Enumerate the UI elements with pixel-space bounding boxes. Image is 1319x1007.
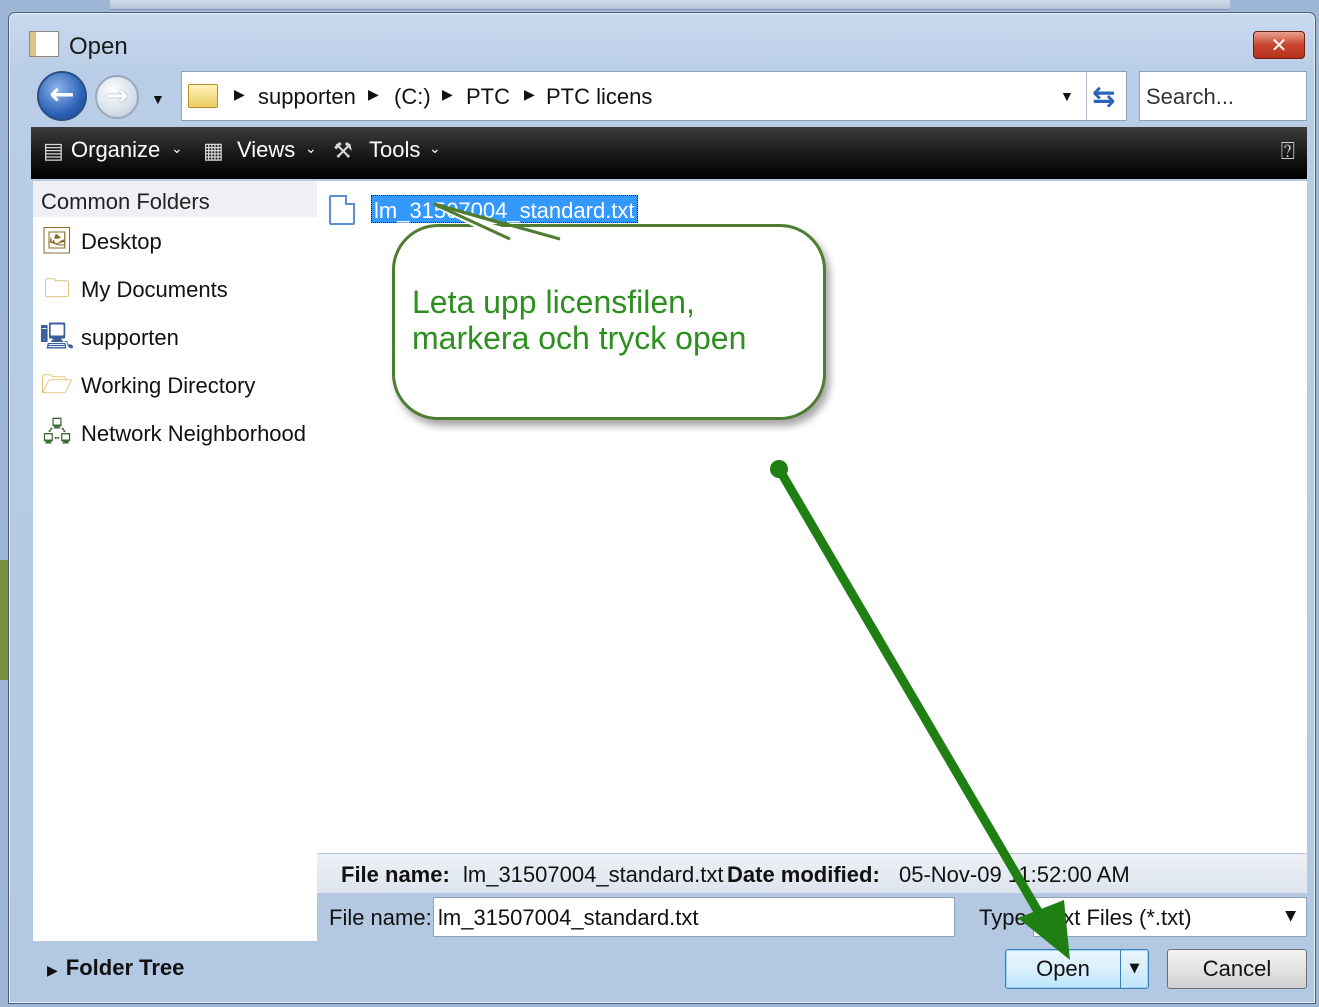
back-button[interactable]: ← [37,71,87,121]
address-bar[interactable]: ▶ supporten ▶ (C:) ▶ PTC ▶ PTC licens ▼ … [181,71,1127,121]
forward-arrow-icon: → [106,81,128,111]
breadcrumb-item[interactable]: PTC licens [546,84,652,110]
computer-icon: 🖳 [39,322,75,352]
chevron-down-icon[interactable]: ⌄ [429,141,441,157]
common-folders-header: Common Folders [33,181,317,217]
views-button[interactable]: Views [237,137,295,163]
views-icon: ▦ [203,139,224,164]
breadcrumb-separator-icon[interactable]: ▶ [234,86,245,103]
address-dropdown-icon[interactable]: ▼ [1060,88,1074,104]
sidebar-item-label: Working Directory [81,373,256,398]
window-icon [29,31,59,57]
tools-icon: ⚒ [333,139,353,164]
file-type-value: Text Files (*.txt) [1040,905,1192,930]
folder-icon [188,84,218,108]
history-dropdown[interactable]: ▼ [151,91,165,107]
sidebar-item-supporten[interactable]: 🖳 supporten [33,317,317,357]
breadcrumb-item[interactable]: PTC [466,84,510,110]
file-info-bar: File name: lm_31507004_standard.txt Date… [317,853,1307,893]
folder-tree-label: Folder Tree [65,955,185,980]
sidebar-item-label: Network Neighborhood [81,421,307,446]
address-divider [1086,72,1087,120]
network-icon: 🖧 [42,418,72,448]
toolbar: ▤ Organize ⌄ ▦ Views ⌄ ⚒ Tools ⌄ ⍰ [31,127,1307,179]
help-icon[interactable]: ⍰ [1281,137,1295,165]
open-dialog: Open ✕ ← → ▼ ▶ supporten ▶ (C:) ▶ PTC ▶ … [8,12,1316,1004]
annotation-text: Leta upp licensfilen, markera och tryck … [412,284,747,356]
open-button[interactable]: Open ▼ [1005,949,1149,989]
organize-icon: ▤ [43,139,64,164]
back-arrow-icon: ← [49,77,75,112]
file-name-selected[interactable]: lm_31507004_standard.txt [371,195,638,223]
chevron-down-icon[interactable]: ⌄ [171,141,183,157]
info-file-name-label: File name: [341,862,450,887]
open-button-label: Open [1036,956,1090,981]
tools-button[interactable]: Tools [369,137,420,163]
expand-arrow-icon: ▶ [47,963,58,979]
folder-tree-toggle[interactable]: ▶ Folder Tree [47,955,184,981]
breadcrumb-item[interactable]: (C:) [394,84,431,110]
info-file-name-value: lm_31507004_standard.txt [463,862,724,887]
forward-button[interactable]: → [95,75,139,119]
working-directory-icon: 🗁 [40,370,74,400]
search-input[interactable]: Search... [1139,71,1307,121]
text-file-icon[interactable] [329,195,355,225]
sidebar-item-label: supporten [81,325,179,350]
organize-button[interactable]: Organize [71,137,160,163]
info-date-label: Date modified: [727,862,880,887]
breadcrumb-item[interactable]: supporten [258,84,356,110]
sidebar-item-label: Desktop [81,229,162,254]
file-name-input[interactable]: lm_31507004_standard.txt [433,897,955,937]
open-dropdown-icon[interactable]: ▼ [1120,950,1148,988]
breadcrumb-separator-icon[interactable]: ▶ [368,86,379,103]
chevron-down-icon[interactable]: ⌄ [305,141,317,157]
info-date-value: 05-Nov-09 11:52:00 AM [899,862,1130,887]
sidebar-item-label: My Documents [81,277,228,302]
background-window-strip [110,0,1230,10]
desktop-icon: 🖼 [40,226,74,256]
common-folders-panel: Common Folders 🖼 Desktop 🗀 My Documents … [33,181,317,941]
type-label: Type [979,905,1027,930]
sidebar-item-my-documents[interactable]: 🗀 My Documents [33,269,317,309]
sidebar-item-network-neighborhood[interactable]: 🖧 Network Neighborhood [33,413,317,453]
chevron-down-icon[interactable]: ▼ [1285,908,1296,924]
title-bar[interactable]: Open ✕ [9,13,1315,77]
window-title: Open [69,33,128,60]
breadcrumb-separator-icon[interactable]: ▶ [442,86,453,103]
chevron-down-icon: ▼ [151,91,165,107]
close-button[interactable]: ✕ [1253,31,1305,59]
file-type-select[interactable]: Text Files (*.txt) ▼ [1033,897,1307,937]
documents-icon: 🗀 [43,274,70,304]
sidebar-item-desktop[interactable]: 🖼 Desktop [33,221,317,261]
breadcrumb-separator-icon[interactable]: ▶ [524,86,535,103]
file-name-label: File name: [329,905,432,930]
sidebar-item-working-directory[interactable]: 🗁 Working Directory [33,365,317,405]
close-icon: ✕ [1270,33,1288,57]
refresh-icon[interactable]: ⇆ [1092,80,1115,113]
cancel-button[interactable]: Cancel [1167,949,1307,989]
